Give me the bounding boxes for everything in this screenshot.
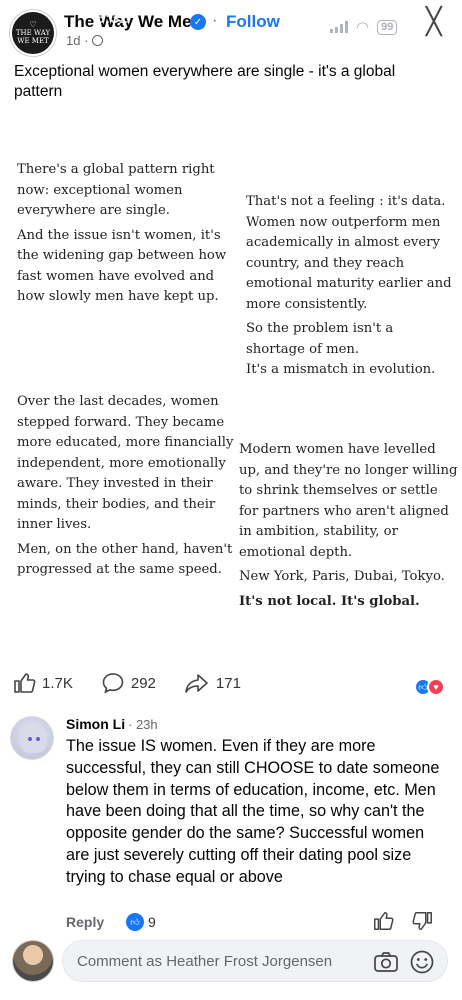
thumbs-down-icon[interactable] <box>412 910 434 932</box>
reaction-summary[interactable]: 👍︎ ♥ <box>414 678 445 696</box>
quote-paragraph: New York, Paris, Dubai, Tokyo. <box>239 569 445 584</box>
post-time: 1d · <box>66 33 89 48</box>
quote-paragraph: Over the last decades, women stepped for… <box>17 394 234 532</box>
like-reaction-icon: 👍︎ <box>126 913 144 931</box>
quote-block-2: That's not a feeling : it's data. Women … <box>246 192 456 385</box>
quote-paragraph: Men, on the other hand, haven't progress… <box>17 541 233 578</box>
post-header: ♡ THE WAY WE MET The Way We Met 8:32 ✓ ·… <box>0 0 462 56</box>
post-text: Exceptional women everywhere are single … <box>14 63 396 100</box>
status-bar-icons: ◠ 99 <box>330 18 398 36</box>
reply-button[interactable]: Reply <box>66 914 104 930</box>
battery-icon: 99 <box>377 19 398 35</box>
comment-reaction-summary[interactable]: 👍︎ 9 <box>126 913 156 931</box>
post-meta: 1d · <box>66 33 104 48</box>
post-actions: 1.7K 292 171 <box>12 670 452 696</box>
quote-block-1: There's a global pattern right now: exce… <box>17 160 227 312</box>
comment-count: 292 <box>130 674 156 692</box>
share-button[interactable]: 171 <box>184 671 241 695</box>
globe-icon <box>92 35 104 46</box>
comment-icon <box>102 673 124 694</box>
signal-icon <box>330 21 348 33</box>
comment-text: The issue IS women. Even if they are mor… <box>66 737 440 886</box>
share-count: 171 <box>215 674 241 692</box>
like-button[interactable]: 1.7K <box>12 671 73 695</box>
avatar-logo-line2: WE MET <box>17 37 49 45</box>
like-count: 1.7K <box>42 674 73 692</box>
follow-button[interactable]: Follow <box>226 12 280 32</box>
like-icon <box>14 673 36 693</box>
quote-paragraph: There's a global pattern right now: exce… <box>17 162 215 218</box>
quote-paragraph: It's a mismatch in evolution. <box>246 362 436 377</box>
quote-paragraph-bold: It's not local. It's global. <box>239 592 459 613</box>
close-icon[interactable]: ╳ <box>426 8 442 34</box>
page-avatar[interactable]: ♡ THE WAY WE MET <box>10 10 56 56</box>
thumbs-up-icon[interactable] <box>372 910 394 932</box>
avatar-logo-line1: THE WAY <box>15 29 51 37</box>
comment-actions: Reply 👍︎ 9 <box>66 912 446 934</box>
page-name[interactable]: The Way We Met <box>64 12 197 32</box>
separator-dot: · <box>212 12 218 29</box>
quote-paragraph: And the issue isn't women, it's the wide… <box>17 227 227 305</box>
status-time-overlay: 8:32 <box>96 10 129 27</box>
verified-badge-icon: ✓ <box>190 14 206 30</box>
commenter-avatar[interactable] <box>10 716 54 760</box>
comment-like-count: 9 <box>148 914 156 930</box>
comment-input-placeholder[interactable]: Comment as Heather Frost Jorgensen <box>77 953 332 970</box>
quote-emphasis: It's not local. It's global. <box>239 593 420 609</box>
commenter-name[interactable]: Simon Li <box>66 716 125 732</box>
camera-icon[interactable] <box>373 950 399 974</box>
heart-icon: ♡ <box>29 20 37 29</box>
quote-block-3: Over the last decades, women stepped for… <box>17 392 235 585</box>
emoji-icon[interactable] <box>409 949 435 975</box>
comment-time[interactable]: · 23h <box>128 717 158 732</box>
love-reaction-icon: ♥ <box>427 678 445 696</box>
user-avatar[interactable] <box>12 940 54 982</box>
comment-button[interactable]: 292 <box>101 671 156 695</box>
comment-composer[interactable]: Comment as Heather Frost Jorgensen <box>62 940 448 982</box>
quote-paragraph: Modern women have levelled up, and they'… <box>239 442 458 560</box>
wifi-icon: ◠ <box>356 19 370 36</box>
quote-paragraph: That's not a feeling : it's data. Women … <box>246 194 452 312</box>
quote-paragraph: So the problem isn't a shortage of men. <box>246 321 394 357</box>
quote-block-4: Modern women have levelled up, and they'… <box>239 440 459 616</box>
share-icon <box>185 674 208 693</box>
